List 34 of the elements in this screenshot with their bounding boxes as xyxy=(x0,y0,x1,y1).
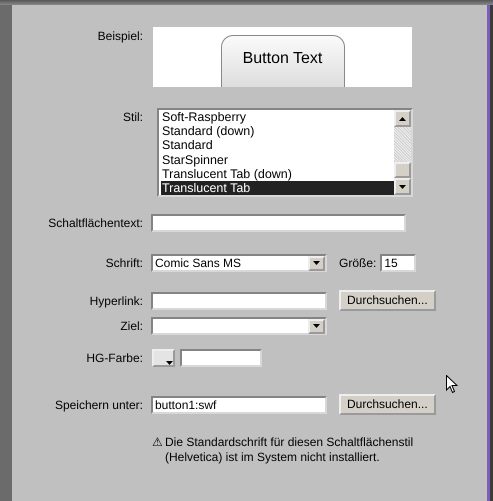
font-label: Schrift: xyxy=(104,255,144,272)
warning-icon: ⚠ xyxy=(152,435,163,450)
list-item[interactable]: Soft-Raspberry xyxy=(161,110,394,124)
browse-button[interactable]: Durchsuchen... xyxy=(339,290,436,311)
color-field[interactable] xyxy=(180,349,262,367)
input-field[interactable]: button1:swf xyxy=(151,396,327,414)
up-arrow-icon xyxy=(399,116,406,120)
size-label: Größe: xyxy=(339,255,376,272)
bg-color-label: HG-Farbe: xyxy=(85,350,144,367)
target-dropdown[interactable] xyxy=(151,317,327,335)
button-text-label: Schaltflächentext: xyxy=(47,215,144,232)
down-arrow-icon xyxy=(166,361,173,365)
list-item[interactable]: Translucent Tab xyxy=(161,181,394,196)
list-item[interactable]: StarSpinner xyxy=(161,152,394,167)
font-dropdown[interactable]: Comic Sans MS xyxy=(151,254,327,272)
style-label: Stil: xyxy=(122,109,144,126)
hyperlink-label: Hyperlink: xyxy=(88,292,144,310)
list-item[interactable]: Standard (down) xyxy=(161,124,394,138)
browse-button[interactable]: Durchsuchen... xyxy=(339,394,436,415)
target-label: Ziel: xyxy=(119,318,144,335)
input-field[interactable] xyxy=(151,292,327,310)
size-field[interactable]: 15 xyxy=(380,254,416,272)
down-arrow-icon xyxy=(313,261,320,265)
cursor-icon xyxy=(446,375,458,394)
list-item[interactable]: Translucent Tab (down) xyxy=(161,166,394,182)
preview-label: Beispiel: xyxy=(96,28,144,45)
warning-text: Die Standardschrift für diesen Schaltflächenstil (Helvetica) ist im System nicht installiert. xyxy=(165,435,414,465)
color-picker[interactable] xyxy=(152,349,175,367)
scroll-thumb[interactable] xyxy=(394,162,411,178)
save-as-label: Speichern unter: xyxy=(54,396,144,414)
down-arrow-icon xyxy=(399,184,406,188)
input-field[interactable] xyxy=(151,214,406,232)
down-arrow-icon xyxy=(313,324,320,328)
list-item[interactable]: Standard xyxy=(161,138,394,153)
